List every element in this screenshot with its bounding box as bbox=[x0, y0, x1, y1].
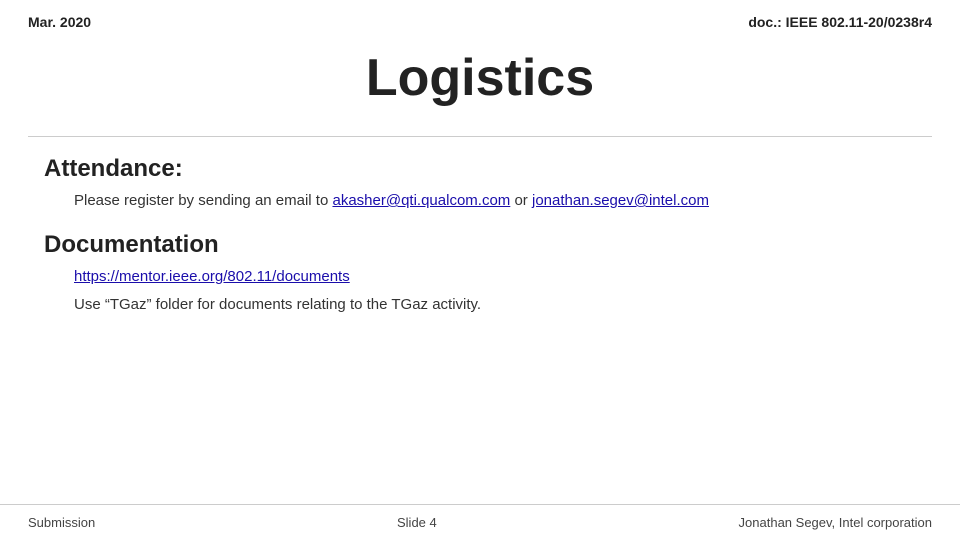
content-section: Attendance: Please register by sending a… bbox=[0, 155, 960, 317]
footer-submission: Submission bbox=[28, 515, 95, 530]
documentation-heading: Documentation bbox=[44, 231, 916, 259]
attendance-body: Please register by sending an email to a… bbox=[44, 189, 916, 213]
attendance-heading: Attendance: bbox=[44, 155, 916, 183]
documentation-link[interactable]: https://mentor.ieee.org/802.11/documents bbox=[74, 268, 350, 285]
attendance-link2[interactable]: jonathan.segev@intel.com bbox=[532, 192, 709, 209]
title-section: Logistics bbox=[0, 48, 960, 108]
footer-author: Jonathan Segev, Intel corporation bbox=[739, 515, 932, 530]
header-date: Mar. 2020 bbox=[28, 14, 91, 30]
attendance-text: Please register by sending an email to a… bbox=[74, 192, 709, 209]
footer-bar: Submission Slide 4 Jonathan Segev, Intel… bbox=[0, 504, 960, 540]
attendance-section: Attendance: Please register by sending a… bbox=[44, 155, 916, 213]
attendance-link1[interactable]: akasher@qti.qualcom.com bbox=[332, 192, 510, 209]
documentation-section: Documentation https://mentor.ieee.org/80… bbox=[44, 231, 916, 317]
footer-slide: Slide 4 bbox=[397, 515, 437, 530]
attendance-connector: or bbox=[510, 192, 532, 209]
attendance-prefix: Please register by sending an email to bbox=[74, 192, 332, 209]
header-doc-id: doc.: IEEE 802.11-20/0238r4 bbox=[748, 14, 932, 30]
documentation-text: Use “TGaz” folder for documents relating… bbox=[74, 293, 916, 317]
title-divider bbox=[28, 136, 932, 137]
main-title: Logistics bbox=[0, 48, 960, 108]
header-bar: Mar. 2020 doc.: IEEE 802.11-20/0238r4 bbox=[0, 0, 960, 30]
slide-container: Mar. 2020 doc.: IEEE 802.11-20/0238r4 Lo… bbox=[0, 0, 960, 540]
documentation-body: https://mentor.ieee.org/802.11/documents… bbox=[44, 265, 916, 317]
